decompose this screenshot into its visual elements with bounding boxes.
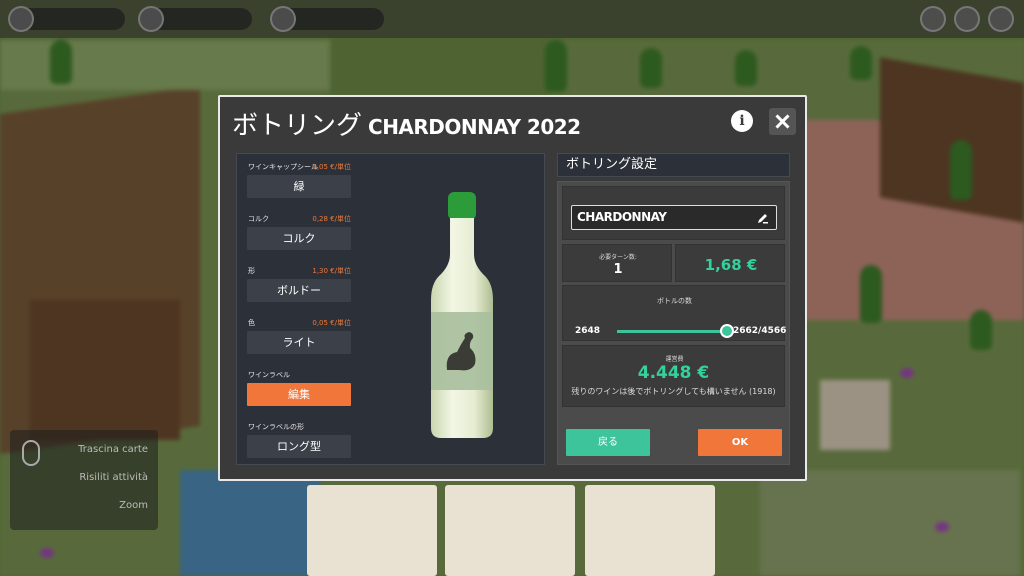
hint-line: Trascina carte [78, 444, 148, 455]
top-hud [0, 0, 1024, 38]
cost-box: 1,68 € [675, 244, 785, 282]
bottles-box: ボトルの数 2648 2662/4566 [562, 285, 787, 341]
wine-name-input-value: CHARDONNAY [577, 210, 667, 224]
turns-box: 必要ターン数: 1 [562, 244, 672, 282]
shape-button[interactable]: ボルドー [247, 279, 351, 302]
glass-color-button[interactable]: ライト [247, 331, 351, 354]
bottles-min: 2648 [575, 326, 601, 336]
back-button[interactable]: 戻る [566, 429, 650, 456]
dialog-title: ボトリング CHARDONNAY 2022 [232, 105, 581, 142]
building-card[interactable] [307, 485, 437, 576]
hint-line: Zoom [119, 500, 148, 511]
turns-value: 1 [613, 262, 623, 277]
bottles-label: ボトルの数 [657, 297, 692, 305]
bottles-slider-track[interactable] [617, 330, 727, 333]
bottle-preview [431, 192, 493, 438]
hint-line: Risiliti attività [79, 472, 148, 483]
ok-button[interactable]: OK [698, 429, 782, 456]
mouse-icon [22, 440, 40, 466]
calendar-icon[interactable] [8, 6, 34, 32]
ops-box: 運営費 4.448 € 残りのワインは後でボトリングしても構いません (1918… [562, 345, 785, 407]
wine-name-input[interactable]: CHARDONNAY [571, 205, 777, 230]
bottling-dialog: ボトリング CHARDONNAY 2022 i ワインキャップシール 0,05 €… [218, 95, 807, 481]
option-label-cork: コルク [248, 215, 269, 223]
cork-button[interactable]: コルク [247, 227, 351, 250]
name-box: CHARDONNAY [562, 186, 785, 240]
menu-icon[interactable] [988, 6, 1014, 32]
info-icon[interactable]: i [731, 110, 753, 132]
bottle-options-panel: ワインキャップシール 0,05 €/単位 緑 コルク 0,28 €/単位 コルク… [236, 153, 545, 465]
cap-color-button[interactable]: 緑 [247, 175, 351, 198]
settings-header: ボトリング設定 [557, 153, 790, 177]
money-icon[interactable] [270, 6, 296, 32]
turns-label: 必要ターン数: [599, 254, 637, 261]
wine-name: CHARDONNAY 2022 [368, 115, 581, 139]
cost-per-bottle: 1,68 € [704, 256, 758, 274]
ops-label: 運営費 [665, 356, 684, 363]
option-price-shape: 1,30 €/単位 [312, 267, 351, 275]
option-price-color: 0,05 €/単位 [312, 319, 351, 327]
pencil-icon[interactable] [757, 212, 769, 224]
option-price-cap: 0,05 €/単位 [312, 163, 351, 171]
bottle-cap [448, 192, 476, 220]
option-label-shape: 形 [248, 267, 255, 275]
controls-hint: Trascina carte Risiliti attività Zoom [10, 430, 158, 530]
option-label-wine-label: ワインラベル [248, 371, 290, 379]
settings-panel: CHARDONNAY 必要ターン数: 1 1,68 € ボトルの数 2648 2… [557, 181, 790, 465]
bottles-max: 2662/4566 [733, 326, 787, 336]
option-price-cork: 0,28 €/単位 [312, 215, 351, 223]
label-shape-button[interactable]: ロング型 [247, 435, 351, 458]
chart-icon[interactable] [920, 6, 946, 32]
shop-icon[interactable] [954, 6, 980, 32]
bottles-slider-knob[interactable] [720, 324, 734, 338]
close-icon[interactable] [769, 108, 796, 135]
building-card[interactable] [585, 485, 715, 576]
dialog-title-text: ボトリング [232, 111, 363, 141]
building-card[interactable] [445, 485, 575, 576]
option-label-color: 色 [248, 319, 255, 327]
level-icon[interactable] [138, 6, 164, 32]
option-label-label-shape: ワインラベルの形 [248, 423, 304, 431]
edit-label-button[interactable]: 編集 [247, 383, 351, 406]
ops-note: 残りのワインは後でボトリングしても構いません (1918) [571, 387, 776, 396]
ops-value: 4.448 € [637, 363, 710, 383]
